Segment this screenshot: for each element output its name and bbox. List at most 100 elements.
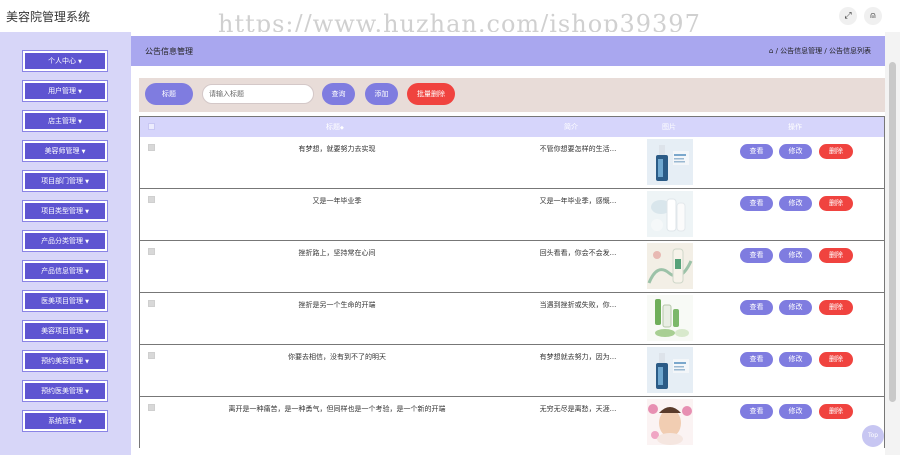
batch-delete-button[interactable]: 批量删除 xyxy=(407,83,455,105)
edit-button[interactable]: 修改 xyxy=(779,352,812,367)
cream-tube-image xyxy=(647,191,693,237)
sidebar-item-product-categories[interactable]: 产品分类管理 ▼ xyxy=(23,231,107,251)
sidebar-item-label: 产品信息管理 xyxy=(41,267,84,275)
breadcrumb-bar: 公告信息管理 ⌂ / 公告信息管理 / 公告信息列表 xyxy=(131,36,885,66)
sidebar-item-project-types[interactable]: 项目类型管理 ▼ xyxy=(23,201,107,221)
delete-button[interactable]: 删除 xyxy=(819,248,853,263)
row-intro: 无穷无尽是离愁，天涯... xyxy=(539,405,617,413)
sidebar-item-owners[interactable]: 店主管理 ▼ xyxy=(23,111,107,131)
sidebar-item-system[interactable]: 系统管理 ▼ xyxy=(23,411,107,431)
view-button[interactable]: 查看 xyxy=(740,352,773,367)
row-checkbox[interactable] xyxy=(148,404,155,411)
top-bar: 美容院管理系统 https://www.huzhan.com/ishop3939… xyxy=(0,0,900,38)
sidebar-item-users[interactable]: 用户管理 ▼ xyxy=(23,81,107,101)
chevron-down-icon: ▼ xyxy=(78,419,82,425)
view-button[interactable]: 查看 xyxy=(740,300,773,315)
view-button[interactable]: 查看 xyxy=(740,196,773,211)
sidebar-item-label: 项目类型管理 xyxy=(41,207,84,215)
select-all-checkbox[interactable] xyxy=(148,123,155,130)
chevron-down-icon: ▼ xyxy=(78,119,82,125)
row-title: 又是一年毕业季 xyxy=(312,197,362,205)
chevron-down-icon: ▼ xyxy=(85,359,89,365)
edit-button[interactable]: 修改 xyxy=(779,196,812,211)
chevron-down-icon: ▼ xyxy=(85,269,89,275)
breadcrumb-path: / 公告信息管理 / 公告信息列表 xyxy=(775,47,871,55)
sidebar-item-label: 美容项目管理 xyxy=(41,327,84,335)
sidebar-item-profile[interactable]: 个人中心 ▼ xyxy=(23,51,107,71)
sidebar-item-label: 产品分类管理 xyxy=(41,237,84,245)
expand-icon[interactable]: ⤢ xyxy=(839,7,857,25)
view-button[interactable]: 查看 xyxy=(740,248,773,263)
search-bar: 标题 查询 添加 批量删除 xyxy=(139,78,885,112)
row-title: 挫折是另一个生命的开端 xyxy=(298,301,376,309)
sidebar-item-label: 美容师管理 xyxy=(44,147,80,155)
table-row: 你要去相信，没有到不了的明天 有梦想就去努力，因为... 查看 修改 删除 xyxy=(140,345,884,397)
skincare-set-image xyxy=(647,295,693,341)
row-intro: 当遇到挫折或失败，你... xyxy=(539,301,617,309)
table-row: 又是一年毕业季 又是一年毕业季，感慨... 查看 修改 删除 xyxy=(140,189,884,241)
delete-button[interactable]: 删除 xyxy=(819,404,853,419)
title-label: 标题 xyxy=(145,83,193,105)
breadcrumb: ⌂ / 公告信息管理 / 公告信息列表 xyxy=(769,46,871,56)
view-button[interactable]: 查看 xyxy=(740,404,773,419)
row-intro: 又是一年毕业季，感慨... xyxy=(539,197,617,205)
delete-button[interactable]: 删除 xyxy=(819,144,853,159)
sidebar-item-products[interactable]: 产品信息管理 ▼ xyxy=(23,261,107,281)
chevron-down-icon: ▼ xyxy=(85,299,89,305)
delete-button[interactable]: 删除 xyxy=(819,352,853,367)
header-title: 标题◆ xyxy=(326,123,344,131)
row-intro: 不管你想要怎样的生活... xyxy=(539,145,617,153)
row-checkbox[interactable] xyxy=(148,352,155,359)
row-title: 你要去相信，没有到不了的明天 xyxy=(288,353,386,361)
sidebar-item-medical-bookings[interactable]: 预约医美管理 ▼ xyxy=(23,381,107,401)
view-button[interactable]: 查看 xyxy=(740,144,773,159)
serum-bottle-image xyxy=(647,139,693,185)
query-button[interactable]: 查询 xyxy=(322,83,355,105)
chevron-down-icon: ▼ xyxy=(85,209,89,215)
sidebar-item-beauty-projects[interactable]: 美容项目管理 ▼ xyxy=(23,321,107,341)
sidebar-item-label: 用户管理 xyxy=(48,87,77,95)
home-icon[interactable]: ⌂ xyxy=(769,47,773,55)
search-input[interactable] xyxy=(202,84,314,104)
notice-table: 标题◆ 简介 图片 操作 有梦想，就要努力去实现 不管你想要怎样的生活... 查… xyxy=(139,116,885,449)
edit-button[interactable]: 修改 xyxy=(779,300,812,315)
table-row: 有梦想，就要努力去实现 不管你想要怎样的生活... 查看 修改 删除 xyxy=(140,137,884,189)
edit-button[interactable]: 修改 xyxy=(779,144,812,159)
back-to-top-button[interactable]: Top xyxy=(862,425,884,447)
row-title: 挫折路上，坚持常在心间 xyxy=(298,249,376,257)
row-checkbox[interactable] xyxy=(148,300,155,307)
facial-woman-image xyxy=(647,399,693,445)
chevron-down-icon: ▼ xyxy=(85,179,89,185)
delete-button[interactable]: 删除 xyxy=(819,300,853,315)
app-title: 美容院管理系统 xyxy=(6,10,91,24)
sidebar-item-label: 预约美容管理 xyxy=(41,357,84,365)
edit-button[interactable]: 修改 xyxy=(779,248,812,263)
sidebar-item-label: 店主管理 xyxy=(48,117,77,125)
chevron-down-icon: ▼ xyxy=(85,329,89,335)
row-intro: 回头看看，你会不会发... xyxy=(539,249,617,257)
table-row: 离开是一种痛苦，是一种勇气，但同样也是一个考验，是一个新的开端 无穷无尽是离愁，… xyxy=(140,397,884,449)
table-row: 挫折路上，坚持常在心间 回头看看，你会不会发... 查看 修改 删除 xyxy=(140,241,884,293)
edit-button[interactable]: 修改 xyxy=(779,404,812,419)
scrollbar-thumb[interactable] xyxy=(889,62,896,402)
row-checkbox[interactable] xyxy=(148,248,155,255)
sidebar-item-label: 项目部门管理 xyxy=(41,177,84,185)
sidebar-item-label: 个人中心 xyxy=(48,57,77,65)
user-icon[interactable]: ⍝ xyxy=(864,7,882,25)
page-title: 公告信息管理 xyxy=(145,47,193,56)
row-checkbox[interactable] xyxy=(148,144,155,151)
serum-bottle-image xyxy=(647,347,693,393)
sidebar-item-departments[interactable]: 项目部门管理 ▼ xyxy=(23,171,107,191)
add-button[interactable]: 添加 xyxy=(365,83,398,105)
chevron-down-icon: ▼ xyxy=(78,89,82,95)
row-checkbox[interactable] xyxy=(148,196,155,203)
sidebar-item-beauticians[interactable]: 美容师管理 ▼ xyxy=(23,141,107,161)
sidebar-item-label: 系统管理 xyxy=(48,417,77,425)
delete-button[interactable]: 删除 xyxy=(819,196,853,211)
row-title: 有梦想，就要努力去实现 xyxy=(298,145,376,153)
header-image: 图片 xyxy=(662,123,676,131)
sidebar-item-medical-projects[interactable]: 医美项目管理 ▼ xyxy=(23,291,107,311)
row-title: 离开是一种痛苦，是一种勇气，但同样也是一个考验，是一个新的开端 xyxy=(228,405,446,413)
sidebar-item-beauty-bookings[interactable]: 预约美容管理 ▼ xyxy=(23,351,107,371)
chevron-down-icon: ▼ xyxy=(85,389,89,395)
